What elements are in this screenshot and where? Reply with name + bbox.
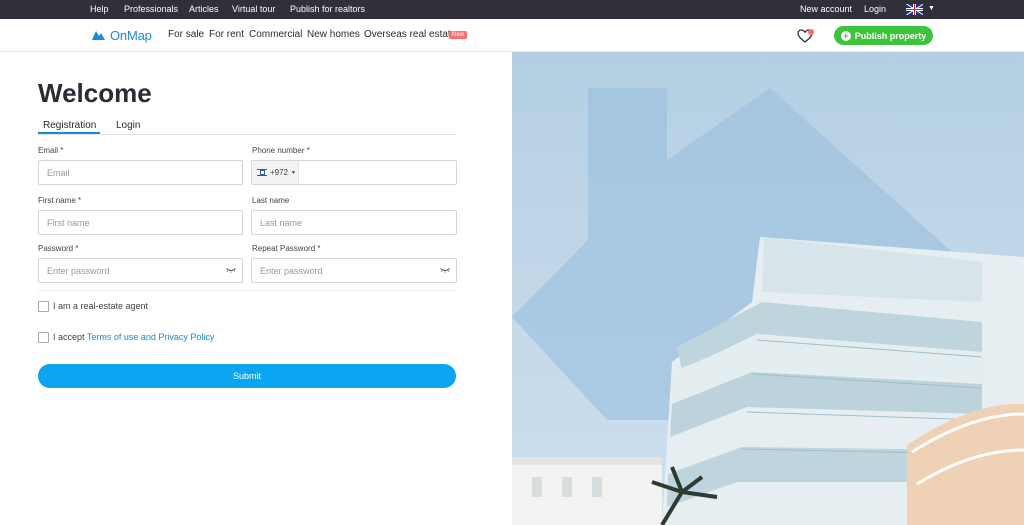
nav-new-homes[interactable]: New homes	[307, 29, 360, 40]
tabs-divider	[38, 134, 456, 135]
uk-flag-icon[interactable]	[906, 4, 923, 15]
logo-text: OnMap	[110, 27, 152, 43]
first-name-placeholder: First name	[47, 217, 90, 228]
articles-link[interactable]: Articles	[189, 4, 219, 14]
last-name-label: Last name	[252, 196, 290, 205]
email-placeholder: Email	[47, 167, 70, 178]
help-link[interactable]: Help	[90, 4, 109, 14]
tab-registration[interactable]: Registration	[43, 120, 96, 131]
nav-for-sale[interactable]: For sale	[168, 29, 204, 40]
email-label: Email *	[38, 146, 64, 155]
new-badge: New	[449, 31, 468, 39]
repeat-password-placeholder: Enter password	[260, 265, 323, 276]
accept-terms-label: I accept Terms of use and Privacy Policy	[53, 332, 214, 342]
hero-building-image	[512, 52, 1024, 525]
accept-prefix: I accept	[53, 332, 87, 342]
first-name-label: First name *	[38, 196, 82, 205]
show-password-icon[interactable]	[226, 267, 236, 273]
plus-circle-icon: +	[840, 30, 851, 41]
form-divider	[38, 290, 456, 291]
notification-dot	[808, 29, 814, 35]
accept-terms-checkbox[interactable]	[38, 332, 49, 343]
nav-commercial[interactable]: Commercial	[249, 29, 302, 40]
onmap-logo[interactable]: OnMap	[91, 27, 152, 43]
repeat-password-field[interactable]: Enter password	[251, 258, 457, 283]
agent-checkbox-label: I am a real-estate agent	[53, 301, 149, 311]
phone-field[interactable]: +972 ▼	[251, 160, 457, 185]
login-link[interactable]: Login	[864, 4, 886, 14]
publish-for-realtors-link[interactable]: Publish for realtors	[290, 4, 365, 14]
agent-checkbox[interactable]	[38, 301, 49, 312]
page-title: Welcome	[38, 78, 152, 108]
israel-flag-icon	[257, 169, 267, 176]
terms-link[interactable]: Terms of use and Privacy Policy	[87, 332, 215, 342]
show-repeat-password-icon[interactable]	[440, 267, 450, 273]
chevron-down-icon: ▼	[291, 169, 296, 176]
last-name-field[interactable]: Last name	[251, 210, 457, 235]
password-label: Password *	[38, 244, 79, 253]
tab-login[interactable]: Login	[116, 120, 140, 131]
phone-country-selector[interactable]: +972 ▼	[252, 161, 299, 184]
top-bar: Help Professionals Articles Virtual tour…	[0, 0, 1024, 19]
phone-prefix-value: +972	[270, 168, 289, 177]
password-placeholder: Enter password	[47, 265, 110, 276]
new-account-link[interactable]: New account	[800, 4, 852, 14]
publish-property-button[interactable]: + Publish property	[834, 26, 933, 45]
first-name-field[interactable]: First name	[38, 210, 243, 235]
password-field[interactable]: Enter password	[38, 258, 243, 283]
publish-property-label: Publish property	[854, 30, 927, 41]
professionals-link[interactable]: Professionals	[124, 4, 178, 14]
logo-icon	[92, 31, 105, 40]
repeat-password-label: Repeat Password *	[252, 244, 321, 253]
submit-button[interactable]: Submit	[38, 364, 456, 388]
nav-for-rent[interactable]: For rent	[209, 29, 244, 40]
phone-label: Phone number *	[252, 146, 310, 155]
email-field[interactable]: Email	[38, 160, 243, 185]
virtual-tour-link[interactable]: Virtual tour	[232, 4, 275, 14]
nav-overseas-real-estate[interactable]: Overseas real estate	[364, 29, 456, 40]
last-name-placeholder: Last name	[260, 217, 303, 228]
language-caret-icon[interactable]: ▼	[928, 5, 935, 12]
